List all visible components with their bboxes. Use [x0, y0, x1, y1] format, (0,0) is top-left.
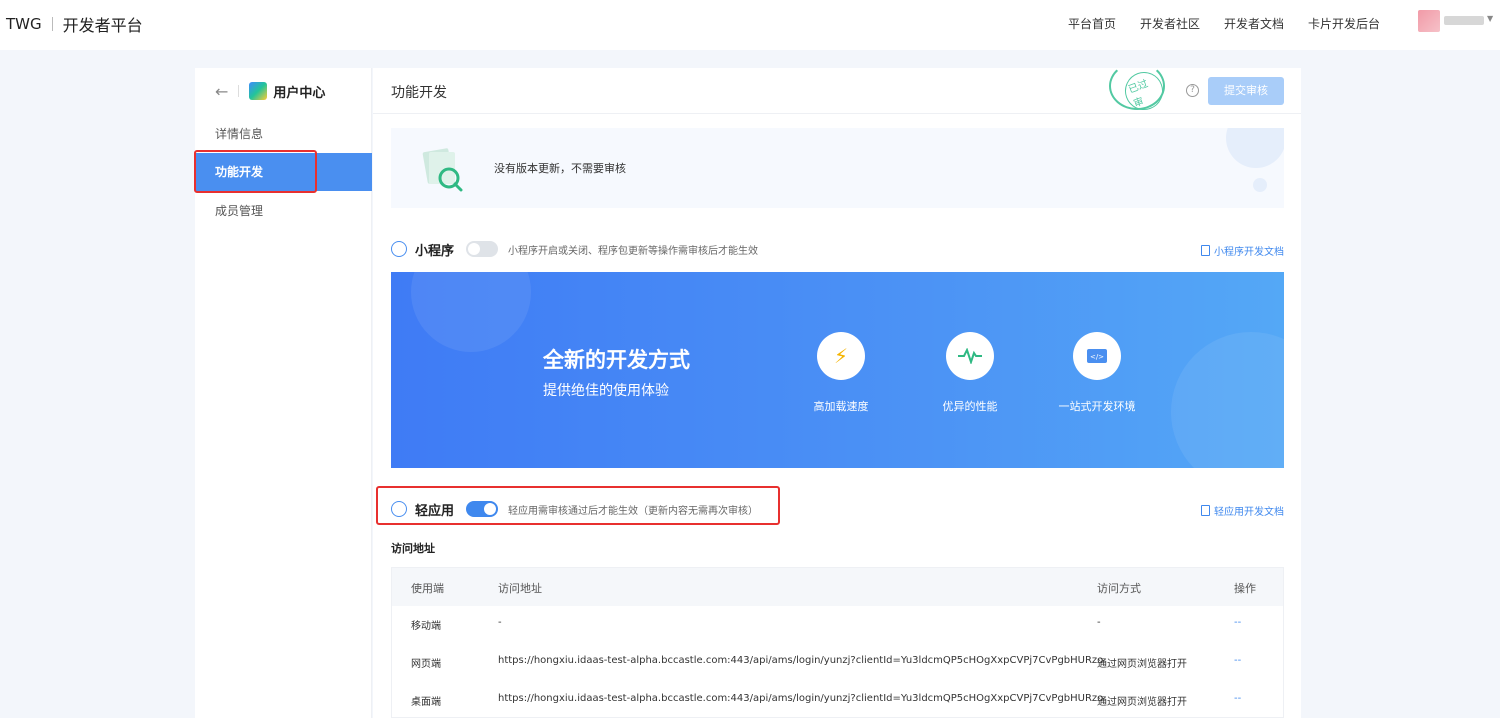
cell-url: https://hongxiu.idaas-test-alpha.bccastl… — [498, 655, 1104, 666]
feature-label: 一站式开发环境 — [1058, 400, 1136, 413]
submit-review-button[interactable]: 提交审核 — [1208, 77, 1284, 105]
cell-action-link[interactable]: -- — [1234, 617, 1241, 628]
column-header: 访问方式 — [1097, 582, 1141, 595]
top-nav: 平台首页 开发者社区 开发者文档 卡片开发后台 — [1068, 15, 1380, 32]
app-logo-icon — [249, 82, 268, 100]
main-header: 功能开发 已过审 ? 提交审核 — [373, 62, 1301, 116]
document-icon — [1201, 245, 1210, 256]
back-arrow-icon[interactable]: ← — [215, 82, 228, 101]
column-header: 操作 — [1234, 582, 1256, 595]
cell-url: https://hongxiu.idaas-test-alpha.bccastl… — [498, 693, 1104, 704]
access-address-label: 访问地址 — [391, 542, 435, 555]
avatar[interactable] — [1418, 10, 1440, 32]
nav-card-dev-console[interactable]: 卡片开发后台 — [1308, 15, 1380, 32]
svg-text:</>: </> — [1090, 353, 1104, 361]
mini-program-title: 小程序 — [415, 243, 455, 259]
mini-program-doc-label: 小程序开发文档 — [1214, 247, 1284, 258]
cell-client: 桌面端 — [411, 697, 441, 708]
cell-url: - — [498, 617, 502, 628]
sidebar-header-divider — [238, 85, 240, 97]
top-bar: TWG 开发者平台 平台首页 开发者社区 开发者文档 卡片开发后台 ▼ — [0, 0, 1500, 50]
approved-stamp-label: 已过审 — [1119, 66, 1169, 116]
approved-stamp: 已过审 — [1109, 62, 1169, 116]
banner-decor-circle — [1171, 332, 1284, 468]
notice-card: 没有版本更新，不需要审核 — [391, 128, 1284, 208]
access-table: 使用端 访问地址 访问方式 操作 移动端 - - -- 网页端 https://… — [391, 567, 1284, 718]
banner-subtitle: 提供绝佳的使用体验 — [543, 383, 669, 399]
cell-method: 通过网页浏览器打开 — [1097, 697, 1187, 708]
platform-name: 开发者平台 — [62, 16, 143, 35]
caret-down-icon[interactable]: ▼ — [1487, 14, 1493, 23]
pulse-icon — [946, 332, 994, 380]
page-title: 功能开发 — [391, 85, 447, 101]
document-icon — [1201, 505, 1210, 516]
nav-platform-home[interactable]: 平台首页 — [1068, 15, 1116, 32]
brand-logo-text: TWG — [6, 15, 42, 33]
user-name-blurred[interactable] — [1444, 16, 1484, 25]
toggle-knob — [468, 243, 481, 255]
decor-dot — [1253, 178, 1267, 192]
column-header: 使用端 — [411, 582, 444, 595]
table-row: 桌面端 https://hongxiu.idaas-test-alpha.bcc… — [392, 681, 1283, 718]
table-row: 移动端 - - -- — [392, 605, 1283, 643]
mini-program-icon — [391, 241, 407, 257]
sidebar-header: ← 用户中心 — [215, 82, 326, 101]
mini-program-desc: 小程序开启或关闭、程序包更新等操作需审核后才能生效 — [508, 245, 759, 257]
banner-decor-circle — [411, 272, 531, 352]
document-search-icon — [422, 148, 463, 192]
nav-developer-community[interactable]: 开发者社区 — [1140, 15, 1200, 32]
code-icon: </> — [1073, 332, 1121, 380]
notice-text: 没有版本更新，不需要审核 — [494, 162, 626, 175]
highlight-box-light-app — [376, 486, 780, 525]
cell-method: 通过网页浏览器打开 — [1097, 659, 1187, 670]
decor-circle — [1226, 128, 1284, 168]
highlight-box-sidebar — [194, 150, 317, 193]
brand-divider — [51, 17, 53, 31]
feature-one-stop: </> 一站式开发环境 — [1047, 332, 1147, 414]
help-icon[interactable]: ? — [1186, 84, 1199, 97]
mini-program-doc-link[interactable]: 小程序开发文档 — [1201, 243, 1284, 258]
cell-action-link[interactable]: -- — [1234, 655, 1241, 666]
lightning-icon: ⚡ — [817, 332, 865, 380]
brand[interactable]: TWG 开发者平台 — [6, 12, 143, 36]
mini-program-header: 小程序 小程序开启或关闭、程序包更新等操作需审核后才能生效 — [391, 239, 758, 259]
cell-client: 网页端 — [411, 659, 441, 670]
feature-performance: 优异的性能 — [920, 332, 1020, 414]
light-app-doc-link[interactable]: 轻应用开发文档 — [1201, 503, 1284, 518]
mini-program-toggle[interactable] — [466, 241, 499, 257]
main-panel: 功能开发 已过审 ? 提交审核 没有版本更新，不需要审核 小程序 小程序开启或关… — [373, 62, 1301, 718]
cell-client: 移动端 — [411, 621, 441, 632]
sidebar-item-members[interactable]: 成员管理 — [195, 192, 372, 230]
cell-method: - — [1097, 617, 1101, 628]
table-header: 使用端 访问地址 访问方式 操作 — [392, 568, 1283, 606]
nav-developer-docs[interactable]: 开发者文档 — [1224, 15, 1284, 32]
app-name: 用户中心 — [273, 85, 326, 101]
sidebar-item-details[interactable]: 详情信息 — [195, 115, 372, 153]
light-app-doc-label: 轻应用开发文档 — [1214, 507, 1284, 518]
banner-title: 全新的开发方式 — [543, 348, 690, 372]
table-row: 网页端 https://hongxiu.idaas-test-alpha.bcc… — [392, 643, 1283, 681]
cell-action-link[interactable]: -- — [1234, 693, 1241, 704]
column-header: 访问地址 — [498, 582, 542, 595]
feature-label: 高加载速度 — [813, 400, 869, 413]
feature-fast-loading: ⚡ 高加载速度 — [791, 332, 891, 414]
feature-label: 优异的性能 — [942, 400, 998, 413]
feature-banner: 全新的开发方式 提供绝佳的使用体验 ⚡ 高加载速度 优异的性能 </> 一站式开… — [391, 272, 1284, 468]
